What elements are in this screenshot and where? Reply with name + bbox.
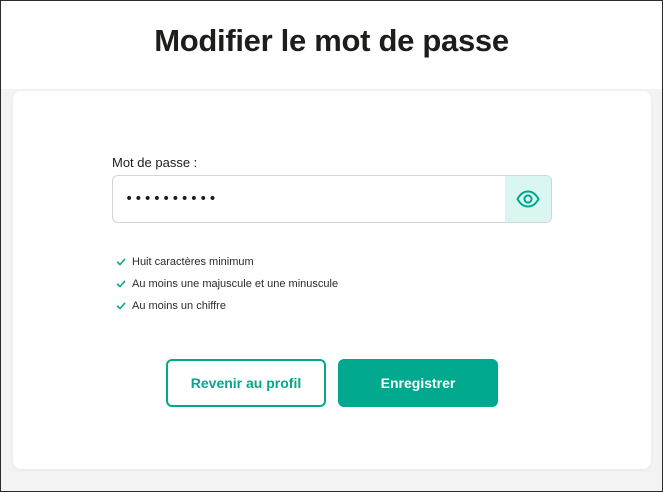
password-rules: Huit caractères minimum Au moins une maj… [115,251,338,317]
eye-icon [516,190,540,208]
rule-text: Huit caractères minimum [132,256,254,268]
rule-text: Au moins une majuscule et une minuscule [132,278,339,290]
show-password-button[interactable] [505,176,551,222]
page-title: Modifier le mot de passe [154,23,509,58]
save-button[interactable]: Enregistrer [338,359,498,407]
back-to-profile-button[interactable]: Revenir au profil [166,359,326,407]
check-icon [115,257,126,268]
app-window: Modifier le mot de passe Mot de passe : … [0,0,663,492]
password-input[interactable] [113,176,506,222]
password-label: Mot de passe : [112,155,198,170]
rule-text: Au moins un chiffre [132,300,226,312]
page-header: Modifier le mot de passe [1,1,662,89]
rule-item: Huit caractères minimum [115,251,338,273]
rule-item: Au moins une majuscule et une minuscule [115,273,338,295]
password-field [112,175,552,223]
check-icon [115,279,126,290]
check-icon [115,301,126,312]
rule-item: Au moins un chiffre [115,295,338,317]
